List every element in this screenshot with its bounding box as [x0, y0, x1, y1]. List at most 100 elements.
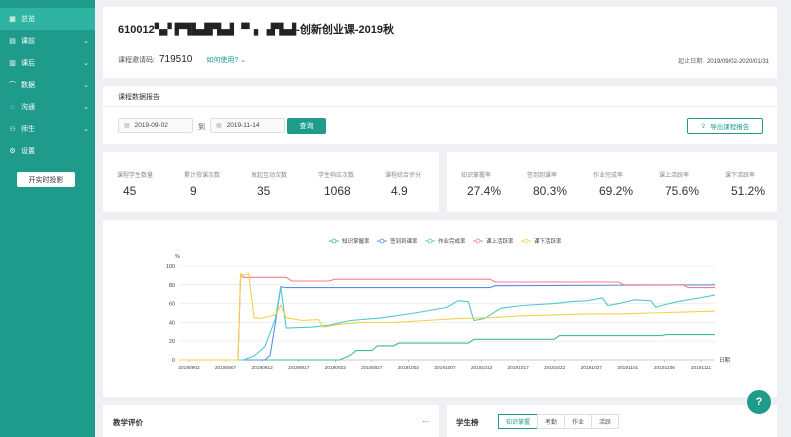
series-line-4 — [179, 272, 716, 361]
end-date-value: 2019-11-14 — [226, 122, 260, 129]
invite-code: 719510 — [158, 54, 193, 65]
legend-marker — [331, 238, 337, 244]
legend-label: 作业完成率 — [438, 237, 466, 245]
stat-label: 知识掌握率 — [461, 173, 492, 179]
stat-item: 课上活跃率 75.6% — [659, 170, 725, 198]
sidebar-item-label: 师生 — [21, 126, 35, 133]
x-tick-label: 20190907 — [215, 365, 237, 371]
invite-label: 课程邀请码: — [118, 57, 155, 64]
series-line-2 — [179, 286, 716, 361]
teaching-evaluation-panel: 教学评价 ... — [103, 405, 439, 437]
calendar-icon: ▦ — [124, 123, 130, 129]
query-button[interactable]: 查询 — [287, 118, 326, 134]
stat-label: 课上活跃率 — [659, 173, 690, 179]
date-label: 起止日期: — [678, 59, 704, 65]
more-menu-icon[interactable]: ... — [422, 415, 429, 424]
divider — [103, 106, 777, 107]
legend-marker — [427, 238, 433, 244]
sidebar-item-label: 课后 — [21, 60, 35, 67]
x-tick-label: 20191012 — [471, 365, 493, 371]
course-title: 610012▚▞ ▛▜▙▟▛▙▟ ▝▘▖▗▛▙▟-创新创业课-2019秋 — [118, 24, 394, 36]
sidebar-nav: ▦ 总览 ▤ 课前 ⌄ ▥ 课后 ⌄ ⌒ 数据 ⌄ ◌ 沟通 ⌄ ⚇ 师生 ⌄ ⚙ 设置 — [0, 8, 95, 162]
chevron-down-icon: ⌄ — [83, 38, 89, 45]
stat-label: 累计授课次数 — [184, 173, 221, 179]
export-report-button[interactable]: ⇪ 导出课程报告 — [687, 118, 763, 134]
legend-label: 课上活跃率 — [486, 237, 514, 245]
export-icon: ⇪ — [700, 123, 707, 130]
legend-marker — [475, 238, 481, 244]
stat-value: 4.9 — [391, 184, 408, 198]
stat-item: 课程综合评分 4.9 — [385, 170, 451, 198]
sidebar-item[interactable]: ◌ 沟通 ⌄ — [0, 96, 95, 118]
end-date-input[interactable]: ▦ 2019-11-14 — [210, 118, 285, 133]
series-line-0 — [179, 334, 715, 361]
x-tick-label: 20191002 — [398, 365, 420, 371]
stat-value: 75.6% — [665, 184, 700, 198]
stat-label: 作业完成率 — [593, 173, 624, 179]
how-to-use-link[interactable]: 如何使用? ⌄ — [206, 55, 246, 65]
legend-label: 签到到课率 — [390, 237, 418, 245]
to-label: 到 — [198, 124, 205, 131]
x-tick-label: 20190917 — [288, 365, 310, 371]
chart-icon: ⌒ — [9, 82, 16, 89]
stat-label: 学生响应次数 — [318, 173, 355, 179]
sidebar: ▦ 总览 ▤ 课前 ⌄ ▥ 课后 ⌄ ⌒ 数据 ⌄ ◌ 沟通 ⌄ ⚇ 师生 ⌄ ⚙ 设置 开实时投影 — [0, 0, 95, 437]
x-tick-label: 20190922 — [325, 365, 347, 371]
x-tick-label: 20191106 — [654, 365, 675, 371]
sidebar-item[interactable]: ⚙ 设置 — [0, 140, 95, 162]
stat-item: 作业完成率 69.2% — [593, 170, 659, 198]
y-tick-label: 40 — [169, 320, 175, 326]
stat-value: 80.3% — [533, 184, 568, 198]
x-tick-label: 20191017 — [507, 365, 529, 371]
stat-value: 45 — [123, 184, 137, 198]
report-panel: 课程数据报告 ▦ 2019-09-02 到 ▦ 2019-11-14 查询 ⇪ … — [103, 86, 777, 144]
course-stats-panel: 课程学生数量 45 累计授课次数 9 发起互动次数 35 学生响应次数 1068 课程综合评分 4… — [103, 152, 439, 212]
people-icon: ⚇ — [9, 126, 16, 133]
grid-icon: ▦ — [9, 16, 16, 23]
y-tick-label: 100 — [166, 264, 175, 270]
x-tick-label: 20191027 — [581, 365, 603, 371]
document-icon: ▥ — [9, 60, 16, 67]
stat-label: 课程综合评分 — [385, 173, 422, 179]
stat-item: 累计授课次数 9 — [184, 170, 250, 198]
student-ranking-panel: 学生榜 知识掌握 考勤 作业 活跃 — [447, 405, 777, 437]
stat-item: 知识掌握率 27.4% — [461, 170, 527, 198]
y-axis-label: % — [175, 254, 180, 260]
stat-value: 27.4% — [467, 184, 502, 198]
course-header: 610012▚▞ ▛▜▙▟▛▙▟ ▝▘▖▗▛▙▟-创新创业课-2019秋 课程邀… — [103, 7, 777, 78]
legend-marker — [523, 238, 529, 244]
start-date-input[interactable]: ▦ 2019-09-02 — [118, 118, 193, 133]
start-date-value: 2019-09-02 — [134, 122, 168, 129]
book-icon: ▤ — [9, 38, 16, 45]
invite-code-row: 课程邀请码: 719510 如何使用? ⌄ — [118, 54, 246, 65]
ranking-tab[interactable]: 知识掌握 — [498, 414, 539, 429]
ranking-tabs: 知识掌握 考勤 作业 活跃 — [498, 414, 620, 429]
stat-item: 课下活跃率 51.2% — [725, 170, 791, 198]
sidebar-item[interactable]: ⌒ 数据 ⌄ — [0, 74, 95, 96]
ranking-title: 学生榜 — [456, 418, 479, 427]
sidebar-item[interactable]: ▤ 课前 ⌄ — [0, 30, 95, 52]
sidebar-item-label: 课前 — [21, 38, 35, 45]
trend-chart: 0 20 40 60 80 100% 20190902 20190907 20190912 201… — [166, 237, 731, 371]
stat-value: 9 — [190, 184, 197, 198]
stat-item: 学生响应次数 1068 — [318, 170, 384, 198]
sidebar-item-label: 沟通 — [21, 104, 35, 111]
evaluation-title: 教学评价 — [113, 418, 143, 427]
y-tick-label: 0 — [172, 358, 175, 364]
legend-marker — [379, 238, 385, 244]
x-tick-label: 20191022 — [544, 365, 566, 371]
ranking-tab[interactable]: 作业 — [564, 414, 593, 429]
x-tick-label: 20191101 — [617, 365, 638, 371]
chevron-down-icon: ⌄ — [83, 104, 89, 111]
sidebar-item[interactable]: ⚇ 师生 ⌄ — [0, 118, 95, 140]
projection-button[interactable]: 开实时投影 — [17, 172, 75, 187]
stat-value: 1068 — [324, 184, 351, 198]
ranking-tab[interactable]: 活跃 — [591, 414, 620, 429]
stat-label: 签到到课率 — [527, 173, 558, 179]
sidebar-item[interactable]: ▦ 总览 — [0, 8, 95, 30]
help-button[interactable]: ? — [747, 390, 771, 414]
trend-chart-panel: 0 20 40 60 80 100% 20190902 20190907 20190912 201… — [103, 220, 777, 397]
rate-stats-panel: 知识掌握率 27.4% 签到到课率 80.3% 作业完成率 69.2% 课上活跃率 75.6%… — [447, 152, 777, 212]
ranking-tab[interactable]: 考勤 — [537, 414, 566, 429]
sidebar-item[interactable]: ▥ 课后 ⌄ — [0, 52, 95, 74]
